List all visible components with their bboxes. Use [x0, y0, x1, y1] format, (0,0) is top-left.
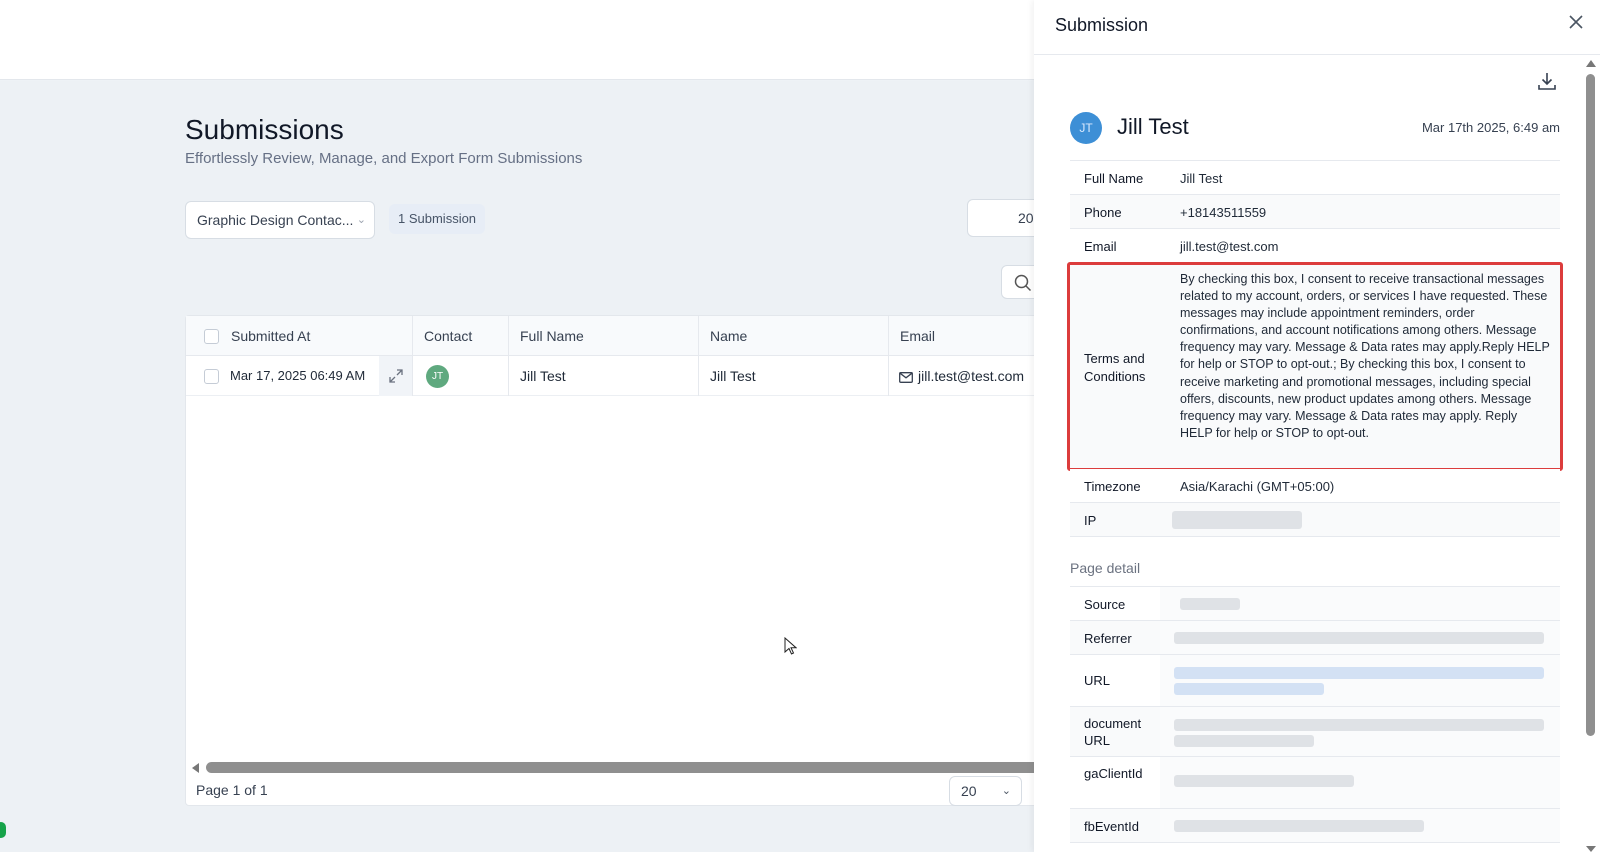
field-label: document URL: [1084, 716, 1142, 748]
submission-count-badge: 1 Submission: [389, 204, 486, 234]
row-email: jill.test@test.com: [899, 356, 1024, 396]
field-label: fbEventId: [1084, 819, 1139, 834]
search-icon: [1014, 274, 1032, 292]
expand-icon: [389, 369, 403, 383]
field-label: Timezone: [1084, 479, 1141, 494]
redacted-ip: [1172, 511, 1302, 529]
detail-row-source: Source: [1070, 587, 1560, 621]
download-button[interactable]: [1536, 70, 1558, 92]
per-page-select[interactable]: 20 ⌄: [949, 776, 1022, 806]
form-select-dropdown[interactable]: Graphic Design Contac... ⌄: [185, 201, 375, 239]
row-name: Jill Test: [710, 368, 756, 384]
row-email-text: jill.test@test.com: [918, 368, 1025, 384]
submissions-table: Submitted At Contact Full Name Name Emai…: [185, 315, 1085, 806]
field-value: Asia/Karachi (GMT+05:00): [1180, 479, 1335, 494]
header-name[interactable]: Name: [710, 316, 747, 356]
field-row-ip: IP: [1070, 503, 1560, 537]
page-title: Submissions: [185, 114, 344, 145]
row-submitted-at: Mar 17, 2025 06:49 AM: [230, 368, 366, 383]
horizontal-scroll-thumb[interactable]: [206, 762, 1082, 773]
contact-avatar[interactable]: JT: [426, 365, 449, 388]
contact-name: Jill Test: [1117, 114, 1189, 139]
field-label: IP: [1084, 513, 1097, 528]
per-page-value: 20: [961, 783, 977, 799]
detail-row-referrer: Referrer: [1070, 621, 1560, 655]
contact-avatar-large[interactable]: JT: [1070, 112, 1102, 144]
mail-icon: [899, 371, 913, 383]
horizontal-scrollbar[interactable]: [192, 762, 1082, 773]
drawer-vertical-scrollbar[interactable]: [1585, 60, 1597, 852]
submission-drawer: Submission JT Jill Test Mar 17th 2025, 6…: [1034, 0, 1600, 852]
drawer-title: Submission: [1055, 15, 1149, 35]
row-full-name: Jill Test: [520, 368, 566, 384]
detail-row-fb-event-id: fbEventId: [1070, 809, 1560, 843]
field-label: Full Name: [1084, 171, 1144, 186]
header-full-name[interactable]: Full Name: [520, 316, 584, 356]
chevron-down-icon: ⌄: [356, 214, 366, 226]
scroll-down-icon[interactable]: [1586, 846, 1596, 852]
expand-row-button[interactable]: [379, 356, 413, 396]
field-value: Jill Test: [1180, 171, 1223, 186]
header-email[interactable]: Email: [900, 316, 935, 356]
page-detail-fields: Source Referrer URL document URL gaClien…: [1070, 586, 1560, 843]
detail-row-url: URL: [1070, 655, 1560, 707]
table-row[interactable]: Mar 17, 2025 06:49 AM JT Jill Test Jill …: [186, 356, 1084, 396]
pagination-text: Page 1 of 1: [196, 782, 268, 798]
field-label: Source: [1084, 597, 1126, 612]
field-label: gaClientId: [1084, 766, 1143, 781]
field-row-full-name: Full Name Jill Test: [1070, 161, 1560, 195]
row-checkbox[interactable]: [204, 369, 219, 384]
field-row-terms: Terms and Conditions By checking this bo…: [1067, 262, 1563, 471]
status-indicator: [0, 822, 6, 838]
submission-fields: Full Name Jill Test Phone +18143511559 E…: [1067, 160, 1563, 537]
close-icon: [1569, 15, 1583, 29]
field-value: By checking this box, I consent to recei…: [1180, 272, 1550, 440]
field-label: Phone: [1084, 205, 1122, 220]
drawer-header: Submission: [1034, 0, 1600, 55]
page-detail-title: Page detail: [1070, 560, 1141, 576]
close-button[interactable]: [1565, 11, 1587, 33]
table-header-row: Submitted At Contact Full Name Name Emai…: [186, 316, 1084, 356]
field-label: Referrer: [1084, 631, 1132, 646]
mouse-cursor-icon: [784, 637, 797, 655]
field-row-phone: Phone +18143511559: [1070, 195, 1560, 229]
select-all-checkbox[interactable]: [204, 329, 219, 344]
field-label: Email: [1084, 239, 1117, 254]
field-row-email: Email jill.test@test.com: [1070, 229, 1560, 263]
submission-date: Mar 17th 2025, 6:49 am: [1421, 120, 1560, 135]
detail-row-ga-client-id: gaClientId: [1070, 757, 1560, 809]
field-value: jill.test@test.com: [1180, 239, 1279, 254]
vertical-scroll-thumb[interactable]: [1586, 74, 1595, 736]
field-row-timezone: Timezone Asia/Karachi (GMT+05:00): [1070, 469, 1560, 503]
field-label: Terms and Conditions: [1084, 351, 1146, 384]
field-value: +18143511559: [1180, 205, 1267, 220]
form-select-value: Graphic Design Contac...: [197, 212, 354, 228]
field-label: URL: [1084, 673, 1111, 688]
page-subtitle: Effortlessly Review, Manage, and Export …: [185, 150, 583, 167]
detail-row-document-url: document URL: [1070, 707, 1560, 757]
header-contact[interactable]: Contact: [424, 316, 472, 356]
download-icon: [1538, 73, 1556, 90]
contact-header: JT Jill Test Mar 17th 2025, 6:49 am: [1070, 112, 1560, 152]
scroll-left-icon[interactable]: [192, 763, 199, 773]
chevron-down-icon: ⌄: [1001, 785, 1011, 797]
header-submitted-at[interactable]: Submitted At: [231, 316, 310, 356]
scroll-up-icon[interactable]: [1586, 60, 1596, 67]
